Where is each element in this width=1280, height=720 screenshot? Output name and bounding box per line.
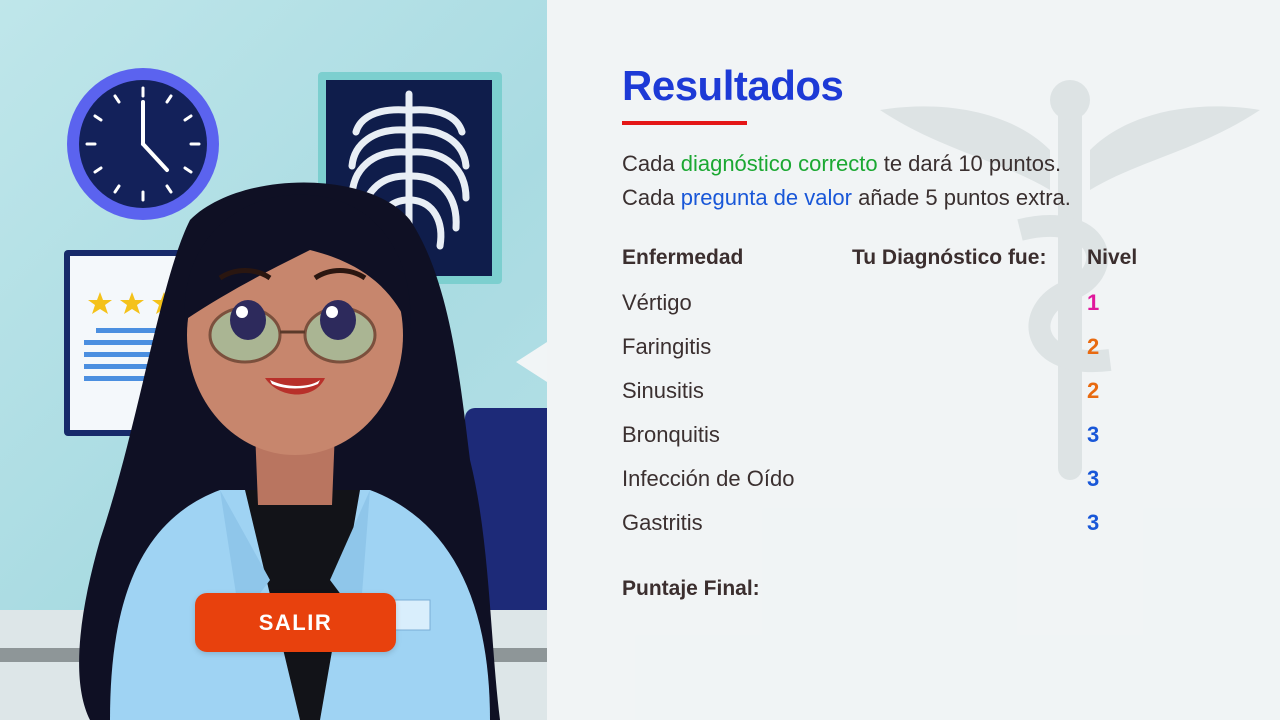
intro-text: te dará 10 puntos. (877, 151, 1062, 176)
intro-text: añade 5 puntos extra. (851, 185, 1071, 210)
value-question-highlight: pregunta de valor (680, 185, 852, 210)
disease-name: Gastritis (622, 510, 703, 535)
speech-pointer (516, 342, 547, 382)
disease-name: Bronquitis (622, 422, 720, 447)
column-header-level: Nivel (1087, 246, 1138, 269)
doctor-scene: SALIR (0, 0, 547, 720)
column-header-disease: Enfermedad (622, 246, 744, 269)
disease-level: 3 (1087, 510, 1100, 535)
final-score-label: Puntaje Final: (622, 577, 760, 600)
exit-button[interactable]: SALIR (195, 593, 396, 652)
disease-name: Sinusitis (622, 378, 704, 403)
disease-level: 2 (1087, 334, 1100, 359)
results-title: Resultados (622, 62, 844, 109)
disease-level: 2 (1087, 378, 1100, 403)
intro-line-value-question: Cada pregunta de valor añade 5 puntos ex… (622, 185, 1071, 211)
disease-level: 1 (1087, 290, 1100, 315)
intro-line-correct-diagnosis: Cada diagnóstico correcto te dará 10 pun… (622, 151, 1061, 177)
disease-level: 3 (1087, 466, 1100, 491)
title-underline (622, 121, 747, 125)
disease-name: Vértigo (622, 290, 692, 315)
disease-name: Faringitis (622, 334, 712, 359)
intro-text: Cada (622, 185, 681, 210)
disease-name: Infección de Oído (622, 466, 795, 491)
column-header-diagnosis: Tu Diagnóstico fue: (852, 246, 1047, 269)
disease-level: 3 (1087, 422, 1100, 447)
correct-diagnosis-highlight: diagnóstico correcto (680, 151, 878, 176)
intro-text: Cada (622, 151, 681, 176)
caduceus-watermark-icon (880, 80, 1260, 480)
